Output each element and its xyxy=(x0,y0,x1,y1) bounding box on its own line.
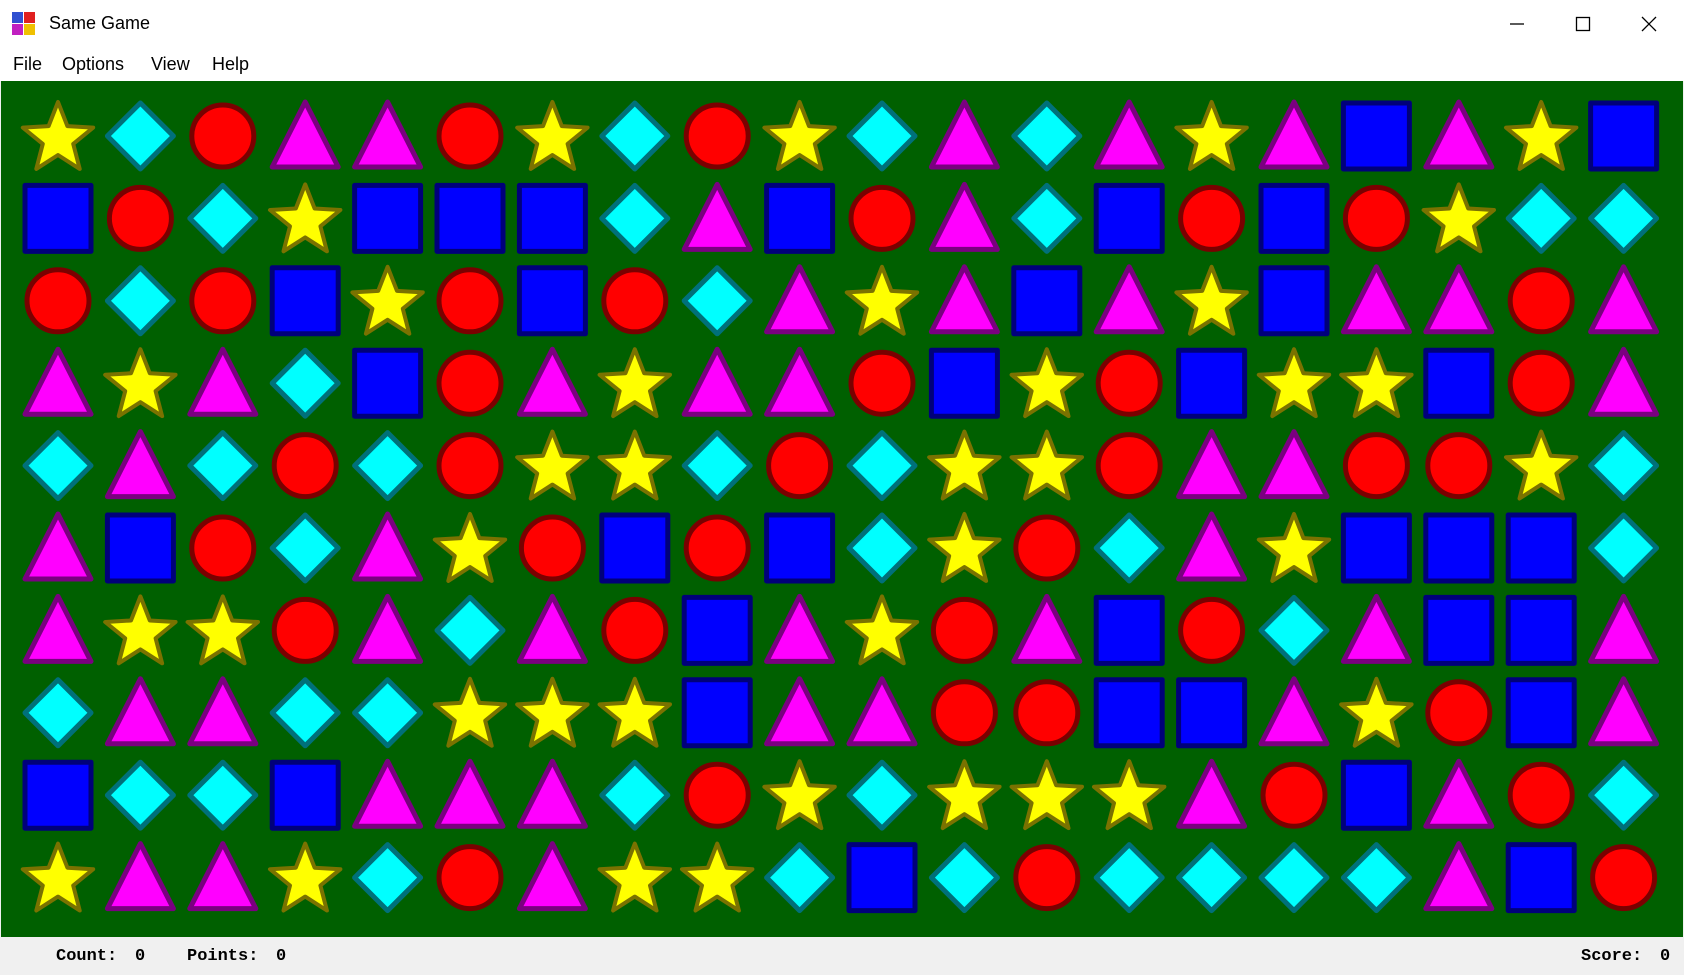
square-tile[interactable] xyxy=(1093,677,1165,749)
circle-tile[interactable] xyxy=(766,432,834,500)
circle-tile[interactable] xyxy=(1095,432,1163,500)
circle-tile[interactable] xyxy=(271,596,339,664)
square-tile[interactable] xyxy=(1340,512,1412,584)
score-value: 0 xyxy=(1660,947,1671,966)
square-tile[interactable] xyxy=(846,842,918,914)
circle-tile[interactable] xyxy=(683,761,751,829)
square-tile[interactable] xyxy=(1588,100,1660,172)
game-board[interactable] xyxy=(1,81,1683,937)
square-tile[interactable] xyxy=(1423,594,1495,666)
circle-tile[interactable] xyxy=(1507,349,1575,417)
square-tile[interactable] xyxy=(1011,265,1083,337)
circle-tile[interactable] xyxy=(1178,596,1246,664)
maximize-icon xyxy=(1575,16,1591,32)
points-value: 0 xyxy=(276,947,287,966)
circle-tile[interactable] xyxy=(1013,514,1081,582)
circle-tile[interactable] xyxy=(1342,432,1410,500)
circle-tile[interactable] xyxy=(436,267,504,335)
square-tile[interactable] xyxy=(599,512,671,584)
square-tile[interactable] xyxy=(516,182,588,254)
circle-tile[interactable] xyxy=(683,514,751,582)
square-tile[interactable] xyxy=(1093,182,1165,254)
circle-tile[interactable] xyxy=(601,596,669,664)
circle-tile[interactable] xyxy=(436,432,504,500)
score-label: Score: xyxy=(1581,947,1643,966)
square-tile[interactable] xyxy=(22,182,94,254)
close-icon xyxy=(1641,16,1657,32)
menu-options[interactable]: Options xyxy=(62,54,124,75)
menu-view[interactable]: View xyxy=(151,54,190,75)
same-game-app-icon xyxy=(12,12,35,35)
circle-tile[interactable] xyxy=(24,267,92,335)
square-tile[interactable] xyxy=(928,347,1000,419)
game-board-canvas xyxy=(1,81,1683,937)
circle-tile[interactable] xyxy=(1590,844,1658,912)
circle-tile[interactable] xyxy=(1013,844,1081,912)
circle-tile[interactable] xyxy=(436,102,504,170)
circle-tile[interactable] xyxy=(601,267,669,335)
minimize-icon xyxy=(1510,23,1524,25)
square-tile[interactable] xyxy=(1093,594,1165,666)
points-label: Points: xyxy=(187,947,259,966)
square-tile[interactable] xyxy=(1258,265,1330,337)
circle-tile[interactable] xyxy=(1507,761,1575,829)
circle-tile[interactable] xyxy=(189,102,257,170)
square-tile[interactable] xyxy=(516,265,588,337)
circle-tile[interactable] xyxy=(189,514,257,582)
circle-tile[interactable] xyxy=(106,184,174,252)
title-bar: Same Game xyxy=(0,0,1684,48)
square-tile[interactable] xyxy=(764,512,836,584)
window-title: Same Game xyxy=(49,13,151,33)
square-tile[interactable] xyxy=(1505,842,1577,914)
circle-tile[interactable] xyxy=(1342,184,1410,252)
square-tile[interactable] xyxy=(1505,594,1577,666)
circle-tile[interactable] xyxy=(1507,267,1575,335)
square-tile[interactable] xyxy=(1258,182,1330,254)
circle-tile[interactable] xyxy=(189,267,257,335)
circle-tile[interactable] xyxy=(848,184,916,252)
circle-tile[interactable] xyxy=(271,432,339,500)
circle-tile[interactable] xyxy=(930,679,998,747)
square-tile[interactable] xyxy=(1340,759,1412,831)
square-tile[interactable] xyxy=(352,347,424,419)
square-tile[interactable] xyxy=(352,182,424,254)
close-button[interactable] xyxy=(1616,0,1682,48)
square-tile[interactable] xyxy=(269,265,341,337)
square-tile[interactable] xyxy=(1423,347,1495,419)
square-tile[interactable] xyxy=(434,182,506,254)
circle-tile[interactable] xyxy=(1013,679,1081,747)
count-value: 0 xyxy=(135,947,146,966)
menu-bar: File Options View Help xyxy=(0,48,1684,81)
circle-tile[interactable] xyxy=(848,349,916,417)
circle-tile[interactable] xyxy=(1425,679,1493,747)
square-tile[interactable] xyxy=(1176,677,1248,749)
circle-tile[interactable] xyxy=(683,102,751,170)
circle-tile[interactable] xyxy=(436,349,504,417)
circle-tile[interactable] xyxy=(1095,349,1163,417)
square-tile[interactable] xyxy=(1505,512,1577,584)
circle-tile[interactable] xyxy=(930,596,998,664)
count-label: Count: xyxy=(56,947,118,966)
circle-tile[interactable] xyxy=(1178,184,1246,252)
minimize-button[interactable] xyxy=(1484,0,1550,48)
circle-tile[interactable] xyxy=(1260,761,1328,829)
square-tile[interactable] xyxy=(104,512,176,584)
square-tile[interactable] xyxy=(1340,100,1412,172)
square-tile[interactable] xyxy=(1423,512,1495,584)
square-tile[interactable] xyxy=(681,677,753,749)
square-tile[interactable] xyxy=(269,759,341,831)
menu-help[interactable]: Help xyxy=(212,54,249,75)
maximize-button[interactable] xyxy=(1550,0,1616,48)
square-tile[interactable] xyxy=(1505,677,1577,749)
circle-tile[interactable] xyxy=(436,844,504,912)
menu-file[interactable]: File xyxy=(13,54,42,75)
circle-tile[interactable] xyxy=(1425,432,1493,500)
circle-tile[interactable] xyxy=(518,514,586,582)
square-tile[interactable] xyxy=(764,182,836,254)
square-tile[interactable] xyxy=(1176,347,1248,419)
square-tile[interactable] xyxy=(681,594,753,666)
status-bar: Count: 0 Points: 0 Score: 0 xyxy=(0,937,1684,975)
square-tile[interactable] xyxy=(22,759,94,831)
